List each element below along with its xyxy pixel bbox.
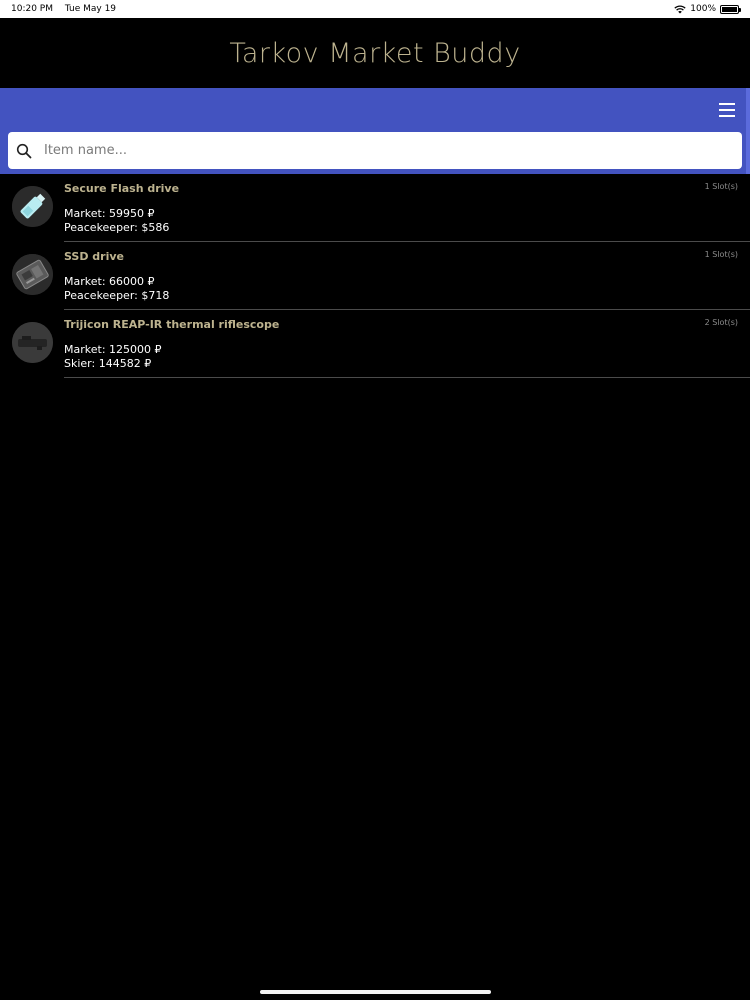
list-item[interactable]: Trijicon REAP-IR thermal riflescope 2 Sl…	[0, 310, 750, 378]
app-title: Tarkov Market Buddy	[229, 37, 521, 69]
status-left: 10:20 PM Tue May 19	[11, 4, 125, 14]
search-bar[interactable]	[8, 132, 742, 169]
status-date: Tue May 19	[64, 4, 117, 14]
item-market-price: Market: 66000 ₽	[64, 275, 155, 288]
status-bar: 10:20 PM Tue May 19 100%	[0, 0, 750, 18]
ssd-drive-icon	[12, 254, 53, 295]
list-item[interactable]: Secure Flash drive 1 Slot(s) Market: 599…	[0, 174, 750, 242]
riflescope-icon	[12, 322, 53, 363]
item-trader-price: Skier: 144582 ₽	[64, 357, 152, 370]
search-input[interactable]	[44, 135, 742, 166]
battery-percent: 100%	[690, 4, 716, 14]
status-right: 100%	[674, 4, 741, 14]
menu-icon[interactable]	[719, 103, 735, 117]
item-name: Secure Flash drive	[64, 182, 180, 195]
item-trader-price: Peacekeeper: $586	[64, 221, 170, 234]
item-slots: 1 Slot(s)	[704, 250, 738, 259]
list-divider	[64, 377, 750, 378]
item-name: Trijicon REAP-IR thermal riflescope	[64, 318, 280, 331]
item-list: Secure Flash drive 1 Slot(s) Market: 599…	[0, 174, 750, 378]
wifi-icon	[674, 4, 686, 13]
list-item[interactable]: SSD drive 1 Slot(s) Market: 66000 ₽ Peac…	[0, 242, 750, 310]
home-indicator[interactable]	[260, 990, 491, 994]
toolbar	[0, 88, 750, 174]
status-time: 10:20 PM	[11, 4, 53, 14]
item-slots: 2 Slot(s)	[704, 318, 738, 327]
item-market-price: Market: 59950 ₽	[64, 207, 155, 220]
flash-drive-icon	[12, 186, 53, 227]
app-header: Tarkov Market Buddy	[0, 18, 750, 88]
item-trader-price: Peacekeeper: $718	[64, 289, 170, 302]
item-market-price: Market: 125000 ₽	[64, 343, 162, 356]
item-name: SSD drive	[64, 250, 125, 263]
item-slots: 1 Slot(s)	[704, 182, 738, 191]
search-icon	[16, 143, 32, 158]
battery-icon	[720, 4, 741, 14]
